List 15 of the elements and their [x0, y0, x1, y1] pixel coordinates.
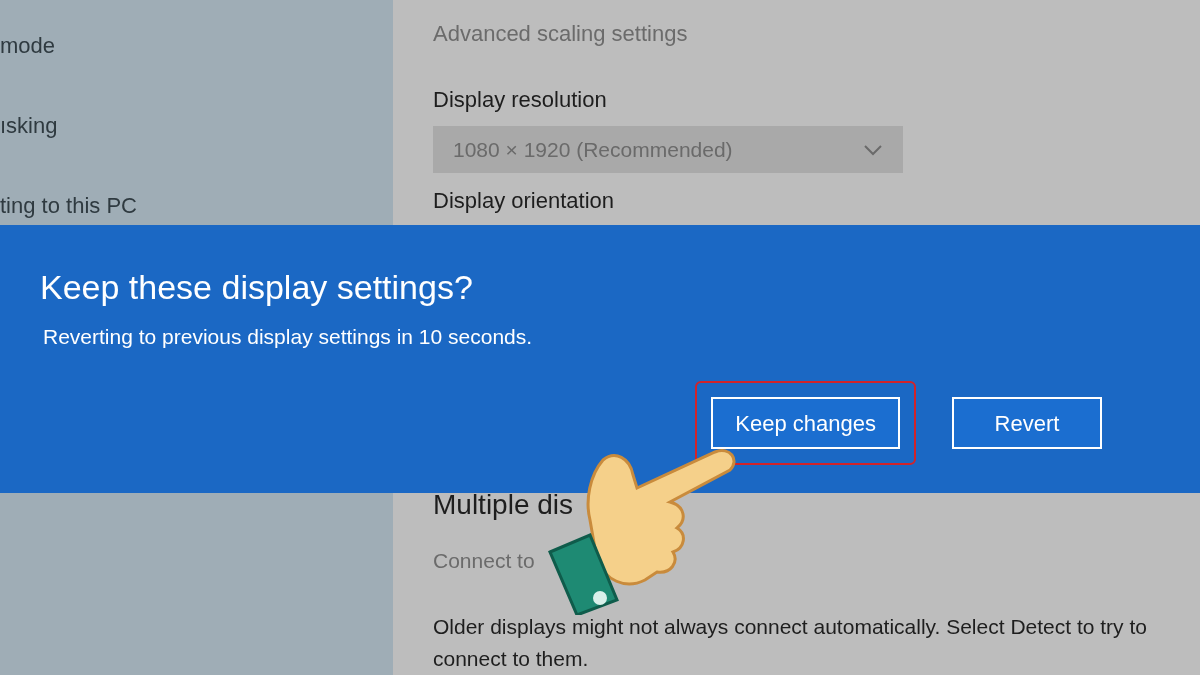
dialog-button[interactable]: Revert: [952, 397, 1102, 449]
older-displays-text: Older displays might not always connect automatically. Select Detect to try to connect to them.: [433, 614, 1148, 672]
chevron-down-icon: [863, 143, 883, 156]
dropdown-value: 1080 × 1920 (Recommended): [453, 136, 733, 163]
advanced-scaling-link[interactable]: Advanced scaling settings: [433, 20, 1200, 48]
multiple-displays-heading: Multiple dis: [433, 489, 575, 521]
sidebar-item[interactable]: mode: [0, 32, 393, 60]
sidebar-item[interactable]: ısking: [0, 112, 393, 140]
orientation-label: Display orientation: [433, 189, 615, 213]
resolution-label: Display resolution: [433, 86, 608, 114]
connect-text: Connect to: [433, 548, 536, 574]
dialog-title: Keep these display settings?: [40, 267, 474, 307]
dialog-button[interactable]: Keep changes: [711, 397, 900, 449]
dialog-message: Reverting to previous display settings in 10 seconds.: [43, 324, 534, 350]
sidebar-item[interactable]: ting to this PC: [0, 192, 393, 220]
